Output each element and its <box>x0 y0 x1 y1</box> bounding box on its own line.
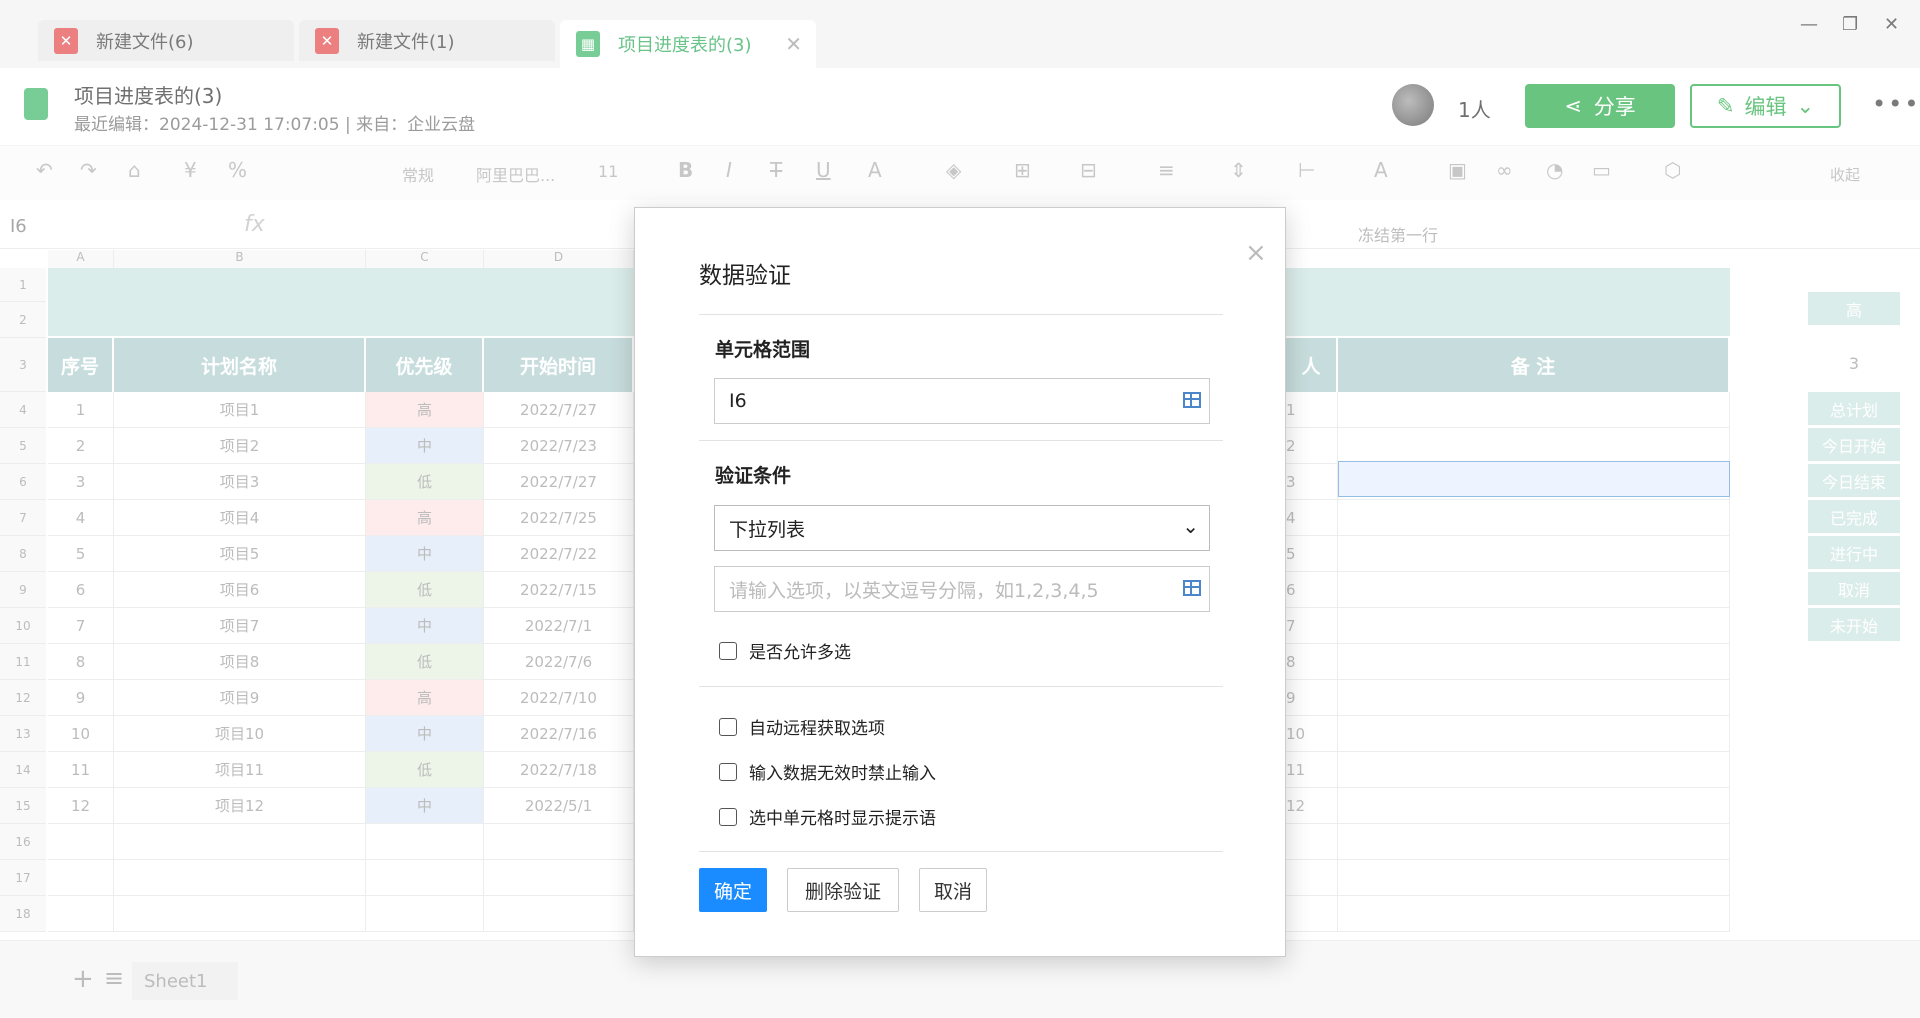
dialog-title: 数据验证 <box>699 263 791 289</box>
allow-multi-label: 是否允许多选 <box>749 643 851 663</box>
close-icon[interactable]: × <box>1245 238 1267 268</box>
ok-button[interactable]: 确定 <box>699 868 767 912</box>
data-validation-dialog: 数据验证 × 单元格范围 I6 验证条件 下拉列表 ⌄ 请输入选项，以英文逗号分… <box>634 207 1286 957</box>
options-input[interactable]: 请输入选项，以英文逗号分隔，如1,2,3,4,5 <box>714 566 1210 612</box>
divider <box>699 314 1223 315</box>
condition-value: 下拉列表 <box>729 518 806 541</box>
checkbox-icon <box>719 717 737 736</box>
condition-select[interactable]: 下拉列表 ⌄ <box>714 505 1210 551</box>
divider <box>699 440 1223 441</box>
select-range-icon[interactable] <box>1183 392 1201 408</box>
show-tip-checkbox[interactable]: 选中单元格时显示提示语 <box>719 804 936 829</box>
checkbox-icon <box>719 807 737 826</box>
options-placeholder: 请输入选项，以英文逗号分隔，如1,2,3,4,5 <box>729 579 1099 602</box>
chevron-down-icon: ⌄ <box>1182 514 1199 538</box>
select-range-icon[interactable] <box>1183 580 1201 596</box>
cancel-button[interactable]: 取消 <box>919 868 987 912</box>
range-value: I6 <box>729 390 747 412</box>
forbid-invalid-label: 输入数据无效时禁止输入 <box>749 764 936 784</box>
forbid-invalid-checkbox[interactable]: 输入数据无效时禁止输入 <box>719 759 936 784</box>
delete-validation-button[interactable]: 删除验证 <box>787 868 899 912</box>
auto-remote-label: 自动远程获取选项 <box>749 719 885 739</box>
allow-multi-checkbox[interactable]: 是否允许多选 <box>719 638 851 663</box>
range-section-label: 单元格范围 <box>715 339 811 361</box>
divider <box>699 851 1223 852</box>
auto-remote-checkbox[interactable]: 自动远程获取选项 <box>719 714 885 739</box>
checkbox-icon <box>719 641 737 660</box>
divider <box>699 686 1223 687</box>
show-tip-label: 选中单元格时显示提示语 <box>749 809 936 829</box>
range-input[interactable]: I6 <box>714 378 1210 424</box>
checkbox-icon <box>719 762 737 781</box>
condition-section-label: 验证条件 <box>715 465 792 487</box>
